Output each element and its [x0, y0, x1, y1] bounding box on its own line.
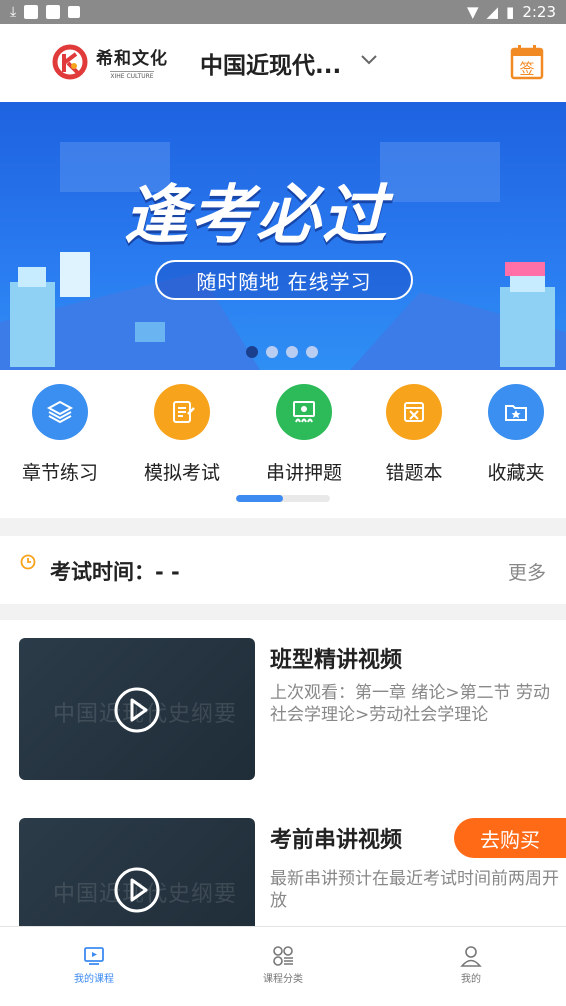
tab-label: 我的 [461, 974, 481, 985]
menu-item-label: 收藏夹 [487, 462, 545, 484]
battery-icon: ▮ [506, 3, 515, 21]
promo-banner[interactable]: 逢考必过 随时随地 在线学习 [0, 102, 566, 370]
menu-item-lecture-predict[interactable]: 串讲押题 [254, 384, 354, 485]
status-time: 2:23 [522, 3, 556, 21]
menu-item-label: 错题本 [385, 462, 443, 484]
banner-subtitle: 随时随地 在线学习 [155, 260, 413, 300]
course-card[interactable]: 中国近现代史纲要 班型精讲视频 上次观看：第一章 绪论>第二节 劳动社会学理论>… [0, 638, 566, 788]
calendar-sign-icon: 签 [510, 45, 544, 80]
tab-label: 课程分类 [263, 974, 303, 985]
tab-label: 我的课程 [74, 974, 114, 985]
lecture-board-icon [276, 384, 332, 440]
layers-icon [32, 384, 88, 440]
logo-subtext: XIHE CULTURE [110, 71, 154, 80]
menu-item-label: 模拟考试 [143, 462, 220, 484]
pagination-dot[interactable] [266, 346, 278, 358]
brand-logo: 希和文化 XIHE CULTURE [50, 42, 168, 82]
tab-mine[interactable]: 我的 [411, 945, 531, 985]
menu-scroll-indicator-fill [236, 495, 283, 502]
download-icon: ⤓ [10, 4, 17, 20]
pagination-dot[interactable] [246, 346, 258, 358]
signin-button[interactable]: 签 [510, 44, 544, 84]
clock-icon [20, 554, 36, 570]
course-description: 上次观看：第一章 绪论>第二节 劳动社会学理论>劳动社会学理论 [270, 683, 551, 725]
play-icon[interactable] [113, 866, 161, 914]
notification-icon [24, 5, 39, 19]
menu-item-wrong-notebook[interactable]: 错题本 [364, 384, 464, 485]
menu-item-label: 串讲押题 [265, 462, 342, 484]
more-link[interactable]: 更多 [508, 558, 546, 585]
menu-item-label: 章节练习 [21, 462, 98, 484]
logo-icon [52, 44, 88, 80]
tab-my-courses[interactable]: 我的课程 [34, 945, 154, 985]
course-selector-title[interactable]: 中国近现代... [200, 46, 341, 80]
menu-scroll-indicator [236, 495, 330, 502]
menu-item-favorites[interactable]: 收藏夹 [466, 384, 566, 485]
course-title: 班型精讲视频 [270, 648, 403, 673]
feature-menu: 章节练习 模拟考试 串讲押题 错题本 收藏夹 [0, 370, 566, 518]
course-card[interactable]: 中国近现代史纲要 考前串讲视频 去购买 最新串讲预计在最近考试时间前两周开放 [0, 818, 566, 926]
signal-icon: ◢ [486, 3, 499, 21]
user-icon [460, 946, 482, 967]
video-thumbnail[interactable]: 中国近现代史纲要 [19, 638, 255, 780]
signin-label: 签 [519, 60, 534, 78]
bottom-tab-bar: 我的课程 课程分类 我的 [0, 926, 566, 1006]
course-description: 最新串讲预计在最近考试时间前两周开放 [270, 869, 559, 911]
category-grid-icon [273, 946, 293, 966]
banner-slogan: 逢考必过 [124, 179, 388, 253]
tab-course-categories[interactable]: 课程分类 [223, 945, 343, 985]
exam-time-row: 考试时间：- - 更多 [0, 536, 566, 604]
pagination-dot[interactable] [286, 346, 298, 358]
banner-pagination[interactable] [246, 346, 318, 358]
logo-text: 希和文化 [96, 49, 168, 69]
course-list: 中国近现代史纲要 班型精讲视频 上次观看：第一章 绪论>第二节 劳动社会学理论>… [0, 620, 566, 926]
star-folder-icon [488, 384, 544, 440]
exam-time-label: 考试时间：- - [50, 560, 180, 584]
chevron-down-icon[interactable] [360, 54, 378, 66]
pagination-dot[interactable] [306, 346, 318, 358]
top-header: 希和文化 XIHE CULTURE 中国近现代... 签 [0, 24, 566, 102]
buy-button[interactable]: 去购买 [454, 818, 566, 858]
status-bar: ⤓ ▼ ◢ ▮ 2:23 [0, 0, 566, 24]
wifi-icon: ▼ [466, 3, 479, 21]
menu-item-chapter-practice[interactable]: 章节练习 [10, 384, 110, 485]
notification-icon [46, 5, 61, 19]
wrong-notebook-icon [386, 384, 442, 440]
course-title: 考前串讲视频 [270, 828, 403, 853]
menu-item-mock-exam[interactable]: 模拟考试 [132, 384, 232, 485]
video-screen-icon [84, 947, 104, 965]
video-thumbnail[interactable]: 中国近现代史纲要 [19, 818, 255, 926]
play-icon[interactable] [113, 686, 161, 734]
exam-paper-icon [154, 384, 210, 440]
app-icon [68, 6, 81, 18]
